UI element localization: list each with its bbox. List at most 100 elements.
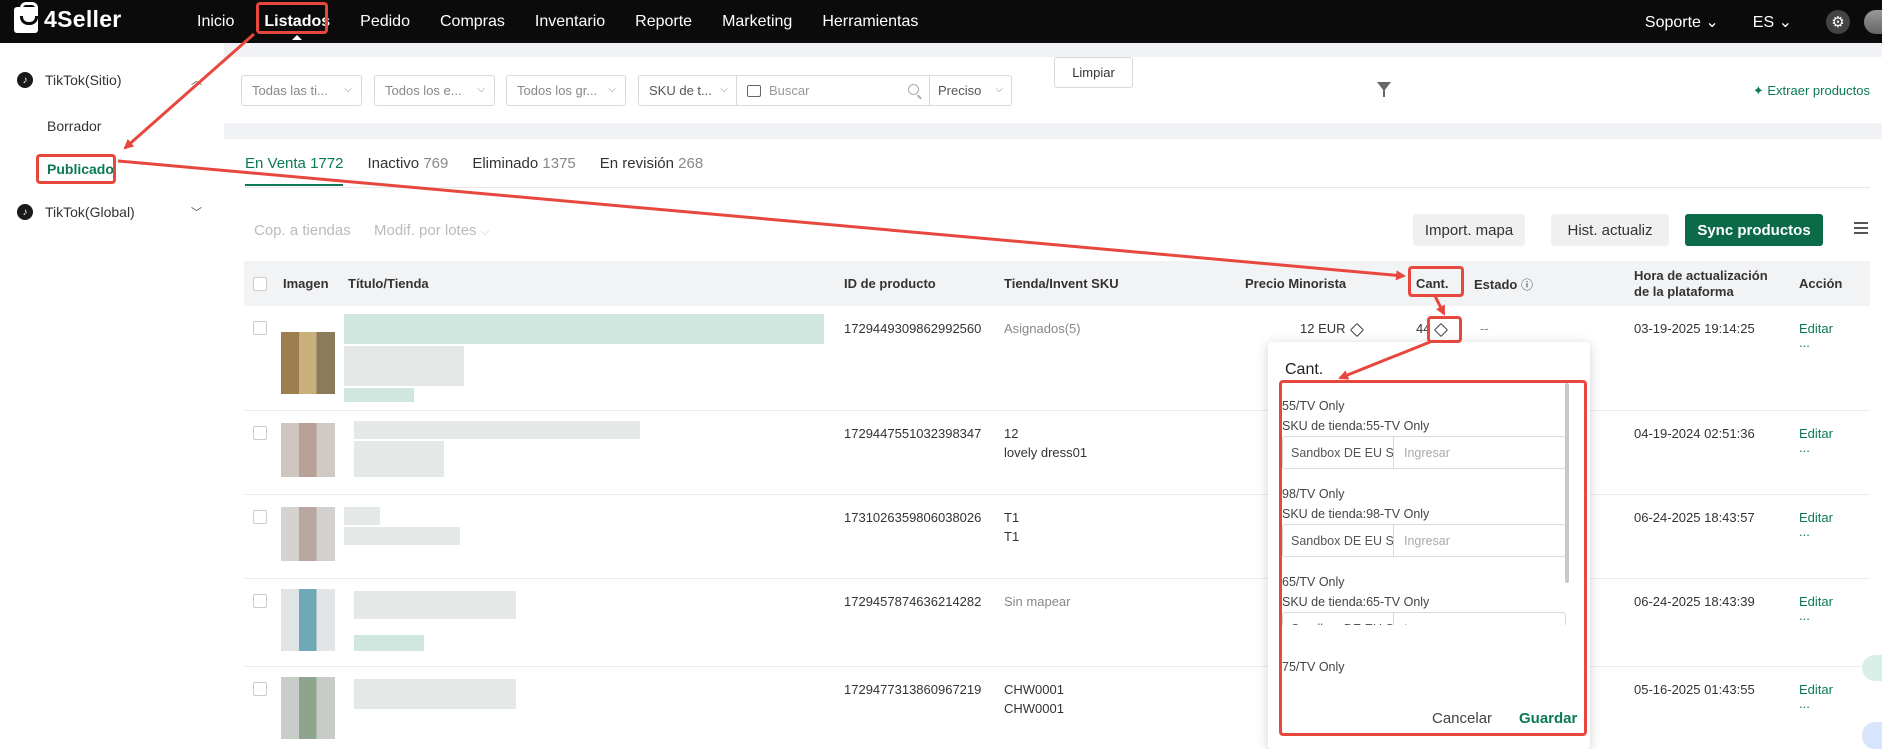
sidebar-group-tiktok-sitio[interactable]: ♪ TikTok(Sitio) ︿ xyxy=(17,72,202,88)
nav-compras[interactable]: Compras xyxy=(425,0,520,43)
more-actions[interactable]: ... xyxy=(1799,608,1810,623)
group-filter-select[interactable]: Todos los gr... ⌵ xyxy=(506,75,626,106)
brand-name: 4Seller xyxy=(44,6,122,32)
sparkle-icon: ✦ xyxy=(1752,83,1764,98)
sidebar-group-tiktok-global[interactable]: ♪ TikTok(Global) ﹀ xyxy=(17,204,202,220)
sku-unmapped[interactable]: Sin mapear xyxy=(1004,594,1070,609)
status-value: -- xyxy=(1480,321,1489,336)
filter-bar: Todas las ti... ⌵ Todos los e... ⌵ Todos l… xyxy=(224,57,1882,123)
annotation-box-publicado xyxy=(36,154,116,184)
tab-count: 769 xyxy=(423,155,449,172)
nav-marketing[interactable]: Marketing xyxy=(707,0,807,43)
row-checkbox[interactable] xyxy=(253,321,267,335)
table-row: 1729449309862992560 Asignados(5) 12 EUR … xyxy=(244,306,1870,411)
product-image[interactable] xyxy=(281,507,335,561)
chevron-down-icon: ⌵ xyxy=(720,84,728,95)
nav-herramientas[interactable]: Herramientas xyxy=(807,0,933,43)
tab-inactivo[interactable]: Inactivo 769 xyxy=(367,155,448,186)
select-all-checkbox[interactable] xyxy=(253,277,267,291)
update-history-button[interactable]: Hist. actualiz xyxy=(1551,214,1669,246)
row-checkbox[interactable] xyxy=(253,426,267,440)
nav-inventario[interactable]: Inventario xyxy=(520,0,620,43)
col-status: Estado ⓘ xyxy=(1474,276,1533,293)
product-image[interactable] xyxy=(281,423,335,477)
edit-link[interactable]: Editar xyxy=(1799,682,1833,697)
row-checkbox[interactable] xyxy=(253,594,267,608)
status-tabs: En Venta 1772 Inactivo 769 Eliminado 137… xyxy=(245,155,727,186)
tab-eliminado[interactable]: Eliminado 1375 xyxy=(472,155,575,186)
updated-at: 06-24-2025 18:43:39 xyxy=(1634,594,1755,609)
type-filter-select[interactable]: Todas las ti... ⌵ xyxy=(241,75,362,106)
column-settings-icon[interactable] xyxy=(1854,222,1868,234)
sidebar-item-borrador[interactable]: Borrador xyxy=(47,118,101,134)
gear-icon[interactable]: ⚙ xyxy=(1826,9,1850,34)
select-value: SKU de t... xyxy=(649,83,712,98)
chevron-up-icon: ︿ xyxy=(191,75,202,87)
inventory-sku: T1 xyxy=(1004,529,1020,544)
search-group: SKU de t... ⌵ Preciso ⌵ xyxy=(638,75,1012,106)
product-id: 1729457874636214282 xyxy=(844,594,982,609)
nav-right: Soporte ⌄ ES ⌄ ⚙ xyxy=(1645,0,1882,43)
more-actions[interactable]: ... xyxy=(1799,440,1810,455)
tab-en-venta[interactable]: En Venta 1772 xyxy=(245,155,344,186)
filter-icon[interactable] xyxy=(1377,82,1391,97)
chat-icon[interactable] xyxy=(1862,655,1882,681)
tab-count: 1772 xyxy=(310,155,344,172)
more-actions[interactable]: ... xyxy=(1799,335,1810,350)
nav-pedido[interactable]: Pedido xyxy=(345,0,425,43)
extract-products-link[interactable]: ✦ Extraer productos xyxy=(1753,83,1870,99)
inventory-sku: lovely dress01 xyxy=(1004,445,1088,460)
product-tag-blurred xyxy=(344,388,414,402)
product-title-blurred xyxy=(354,591,516,619)
row-checkbox[interactable] xyxy=(253,510,267,524)
chevron-down-icon: ⌵ xyxy=(344,84,352,95)
chevron-down-icon: ⌵ xyxy=(480,226,490,238)
search-icon[interactable] xyxy=(908,84,919,95)
col-status-label: Estado xyxy=(1474,277,1518,292)
state-filter-select[interactable]: Todos los e... ⌵ xyxy=(374,75,495,106)
select-value: Todos los gr... xyxy=(517,83,598,98)
more-actions[interactable]: ... xyxy=(1799,524,1810,539)
edit-link[interactable]: Editar xyxy=(1799,510,1833,525)
product-image[interactable] xyxy=(281,589,335,651)
tab-count: 1375 xyxy=(542,155,576,172)
copy-to-stores-button[interactable]: Cop. a tiendas xyxy=(254,222,351,239)
row-checkbox[interactable] xyxy=(253,682,267,696)
updated-at: 06-24-2025 18:43:57 xyxy=(1634,510,1755,525)
tab-en-revision[interactable]: En revisión 268 xyxy=(600,155,703,186)
product-title-blurred xyxy=(354,679,516,709)
product-image[interactable] xyxy=(281,677,335,739)
nav-reporte[interactable]: Reporte xyxy=(620,0,707,43)
import-map-button[interactable]: Import. mapa xyxy=(1413,214,1525,246)
tab-label: En revisión xyxy=(599,155,674,172)
updated-at: 04-19-2024 02:51:36 xyxy=(1634,426,1755,441)
tiktok-icon: ♪ xyxy=(17,204,33,220)
batch-edit-dropdown[interactable]: Modif. por lotes ⌵ xyxy=(374,222,489,239)
info-icon[interactable]: ⓘ xyxy=(1521,278,1533,292)
batch-search-icon[interactable] xyxy=(747,84,761,97)
logo[interactable]: 4Seller xyxy=(14,1,122,33)
sku-type-select[interactable]: SKU de t... ⌵ xyxy=(639,76,737,105)
sku-mapping-link[interactable]: Asignados(5) xyxy=(1004,321,1081,336)
edit-link[interactable]: Editar xyxy=(1799,321,1833,336)
avatar[interactable] xyxy=(1864,9,1882,34)
match-mode-select[interactable]: Preciso ⌵ xyxy=(929,76,1011,105)
more-actions[interactable]: ... xyxy=(1799,696,1810,711)
col-product-id: ID de producto xyxy=(844,276,936,291)
product-image[interactable] xyxy=(281,332,335,394)
sync-products-button[interactable]: Sync productos xyxy=(1685,214,1823,246)
help-icon[interactable] xyxy=(1862,722,1882,749)
language-dropdown[interactable]: ES ⌄ xyxy=(1753,12,1792,32)
store-sku: CHW0001 xyxy=(1004,682,1064,697)
edit-link[interactable]: Editar xyxy=(1799,426,1833,441)
product-id: 1729449309862992560 xyxy=(844,321,982,336)
search-input[interactable] xyxy=(769,83,929,98)
nav-inicio[interactable]: Inicio xyxy=(182,0,249,43)
tab-label: En Venta xyxy=(245,155,306,172)
clear-button[interactable]: Limpiar xyxy=(1054,57,1133,88)
sidebar-group-label: TikTok(Sitio) xyxy=(45,72,122,88)
edit-link[interactable]: Editar xyxy=(1799,594,1833,609)
annotation-box-qty-header xyxy=(1408,266,1464,297)
edit-pencil-icon[interactable] xyxy=(1349,322,1364,337)
support-dropdown[interactable]: Soporte ⌄ xyxy=(1645,12,1719,32)
